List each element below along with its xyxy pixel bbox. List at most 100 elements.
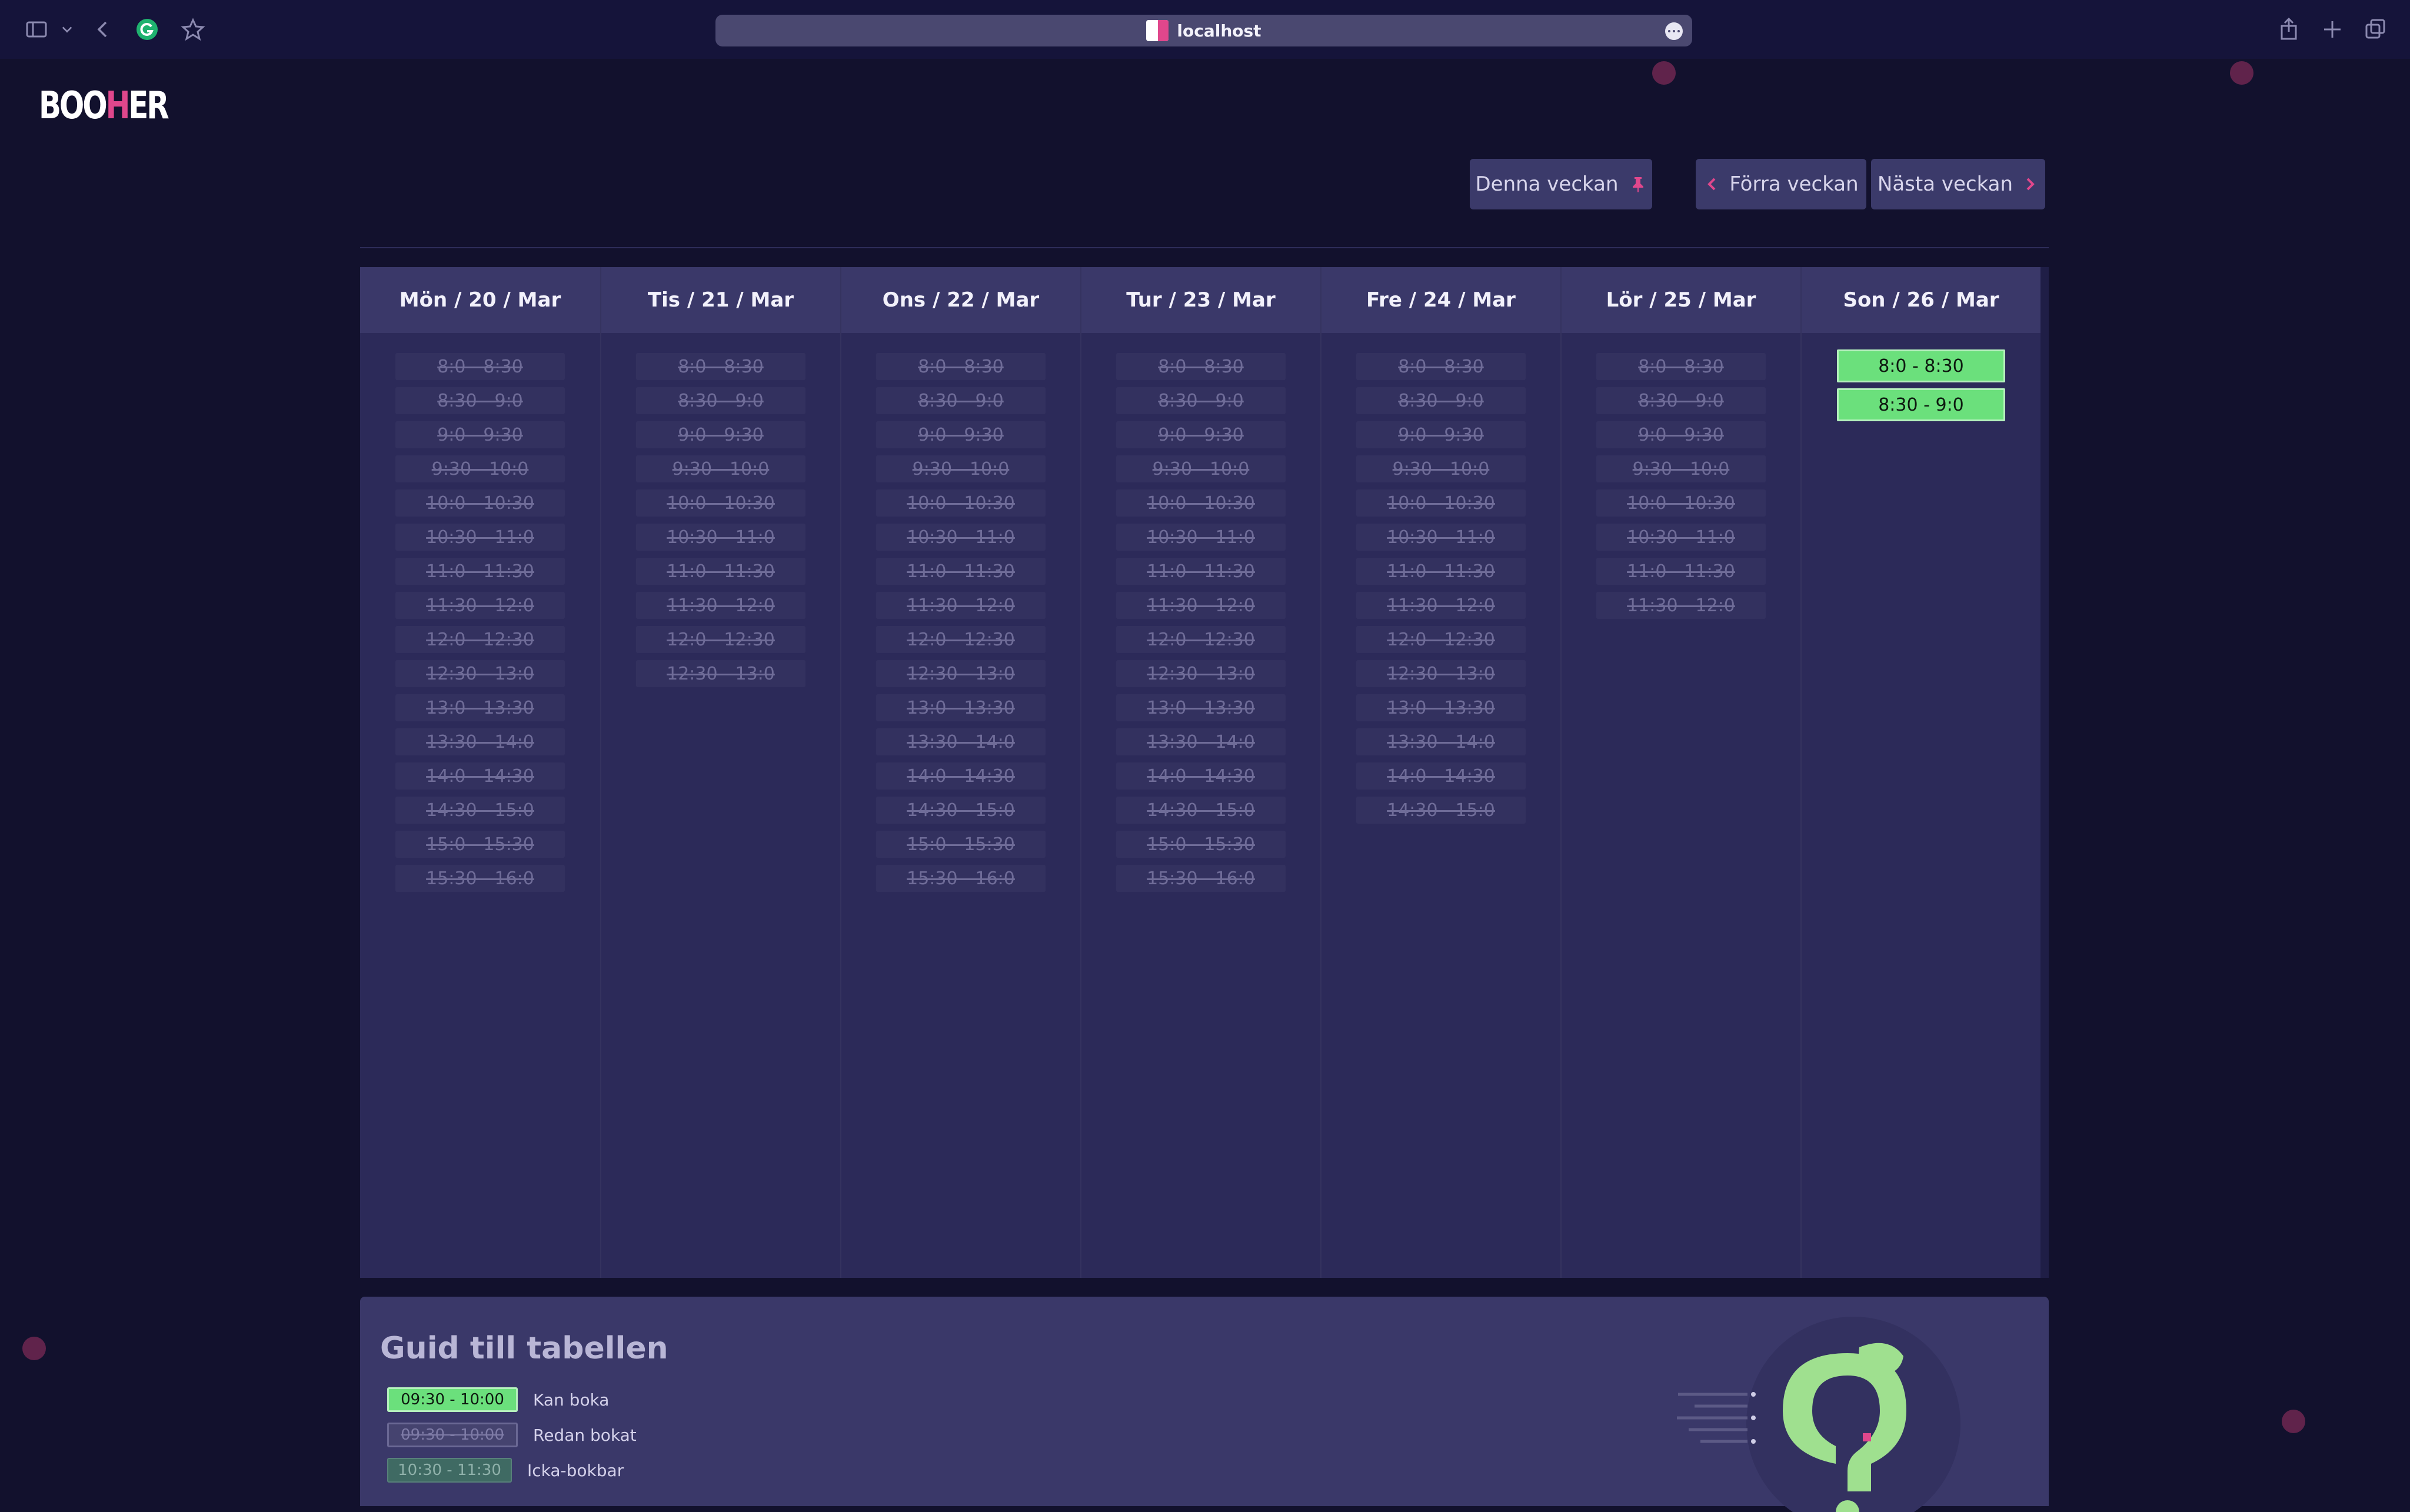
tab-overview-icon[interactable] xyxy=(2363,16,2389,42)
back-arrow-icon[interactable] xyxy=(91,16,116,42)
time-slot-list: 8:0 - 8:30 8:30 - 9:0 9:0 - 9:30 9:30 - 10:… xyxy=(360,353,600,899)
day-column: Tis / 21 / Mar 8:0 - 8:30 8:30 - 9:0 9:0 - … xyxy=(600,267,840,1278)
booked-time-slot: 13:0 - 13:30 xyxy=(1116,694,1286,721)
chevron-down-icon[interactable] xyxy=(55,16,79,42)
booked-time-slot: 13:30 - 14:0 xyxy=(395,728,565,755)
booked-time-slot: 13:30 - 14:0 xyxy=(876,728,1046,755)
chevron-left-icon xyxy=(1707,178,1716,191)
share-icon[interactable] xyxy=(2276,16,2302,42)
divider xyxy=(360,247,2049,248)
new-tab-icon[interactable] xyxy=(2319,16,2345,42)
booked-time-slot: 9:30 - 10:0 xyxy=(636,455,805,482)
booked-time-slot: 13:30 - 14:0 xyxy=(1356,728,1526,755)
this-week-button[interactable]: Denna veckan xyxy=(1470,159,1652,209)
booked-time-slot: 9:30 - 10:0 xyxy=(1116,455,1286,482)
booked-time-slot: 15:30 - 16:0 xyxy=(1116,865,1286,892)
booked-time-slot: 10:30 - 11:0 xyxy=(395,524,565,551)
logo-text-accent: H xyxy=(105,84,131,128)
legend-label: Kan boka xyxy=(533,1390,610,1410)
booked-time-slot: 12:0 - 12:30 xyxy=(636,626,805,653)
previous-week-button[interactable]: Förra veckan xyxy=(1696,159,1866,209)
app-logo[interactable]: BOOHER xyxy=(39,84,169,128)
site-favicon-icon xyxy=(1146,20,1169,41)
booked-time-slot: 14:0 - 14:30 xyxy=(876,762,1046,790)
booked-time-slot: 8:30 - 9:0 xyxy=(395,387,565,414)
next-week-button[interactable]: Nästa veckan xyxy=(1871,159,2045,209)
booked-time-slot: 11:30 - 12:0 xyxy=(636,592,805,619)
available-time-slot[interactable]: 8:0 - 8:30 xyxy=(1837,349,2005,382)
booked-time-slot: 11:0 - 11:30 xyxy=(1596,558,1766,585)
booked-time-slot: 10:30 - 11:0 xyxy=(1596,524,1766,551)
address-bar[interactable]: localhost xyxy=(715,15,1692,46)
booked-time-slot: 8:0 - 8:30 xyxy=(1116,353,1286,380)
booked-time-slot: 14:0 - 14:30 xyxy=(395,762,565,790)
legend-label: Icka-bokbar xyxy=(527,1460,624,1480)
bookmark-star-icon[interactable] xyxy=(180,16,206,42)
booked-time-slot: 10:30 - 11:0 xyxy=(1116,524,1286,551)
booked-time-slot: 14:30 - 15:0 xyxy=(876,797,1046,824)
sidebar-toggle-icon[interactable] xyxy=(24,16,49,42)
booked-time-slot: 8:30 - 9:0 xyxy=(636,387,805,414)
logo-text-part: BOO xyxy=(39,84,108,128)
booked-time-slot: 9:0 - 9:30 xyxy=(1596,421,1766,448)
booked-time-slot: 11:30 - 12:0 xyxy=(395,592,565,619)
booked-time-slot: 10:30 - 11:0 xyxy=(636,524,805,551)
more-options-icon[interactable] xyxy=(1665,22,1683,40)
url-text: localhost xyxy=(1177,21,1261,41)
booked-time-slot: 10:0 - 10:30 xyxy=(1356,489,1526,517)
week-calendar: Mön / 20 / Mar 8:0 - 8:30 8:30 - 9:0 9:0 - … xyxy=(360,267,2049,1278)
booked-time-slot: 12:0 - 12:30 xyxy=(876,626,1046,653)
booked-time-slot: 8:0 - 8:30 xyxy=(395,353,565,380)
time-slot-list: 8:0 - 8:30 8:30 - 9:0 9:0 - 9:30 9:30 - 10:… xyxy=(1562,353,1800,626)
legend-label: Redan bokat xyxy=(533,1425,637,1445)
booked-time-slot: 10:0 - 10:30 xyxy=(395,489,565,517)
day-column: Tur / 23 / Mar 8:0 - 8:30 8:30 - 9:0 9:0 - … xyxy=(1080,267,1320,1278)
time-slot-list: 8:0 - 8:30 8:30 - 9:0 9:0 - 9:30 9:30 - 10:… xyxy=(1321,353,1560,831)
booked-time-slot: 10:0 - 10:30 xyxy=(636,489,805,517)
question-mark-illustration xyxy=(1677,1317,1960,1512)
booked-time-slot: 12:30 - 13:0 xyxy=(1116,660,1286,687)
legend-chip-booked: 09:30 - 10:00 xyxy=(387,1423,518,1447)
booked-time-slot: 11:0 - 11:30 xyxy=(1356,558,1526,585)
booked-time-slot: 9:0 - 9:30 xyxy=(1356,421,1526,448)
booked-time-slot: 12:30 - 13:0 xyxy=(1356,660,1526,687)
booked-time-slot: 9:0 - 9:30 xyxy=(395,421,565,448)
booked-time-slot: 14:30 - 15:0 xyxy=(1356,797,1526,824)
legend-row-can-book: 09:30 - 10:00 Kan boka xyxy=(387,1387,609,1412)
booked-time-slot: 14:30 - 15:0 xyxy=(395,797,565,824)
legend-chip-not-bookable: 10:30 - 11:30 xyxy=(387,1458,512,1483)
booked-time-slot: 12:30 - 13:0 xyxy=(876,660,1046,687)
booked-time-slot: 10:30 - 11:0 xyxy=(1356,524,1526,551)
booked-time-slot: 9:30 - 10:0 xyxy=(395,455,565,482)
decorative-dot xyxy=(2282,1410,2305,1433)
pin-icon xyxy=(1632,177,1643,192)
booked-time-slot: 9:0 - 9:30 xyxy=(1116,421,1286,448)
booked-time-slot: 8:0 - 8:30 xyxy=(636,353,805,380)
chevron-right-icon xyxy=(2026,178,2035,191)
booked-time-slot: 15:0 - 15:30 xyxy=(1116,831,1286,858)
booked-time-slot: 10:0 - 10:30 xyxy=(1596,489,1766,517)
booked-time-slot: 8:30 - 9:0 xyxy=(1596,387,1766,414)
grammarly-icon[interactable] xyxy=(134,16,160,42)
booked-time-slot: 12:30 - 13:0 xyxy=(395,660,565,687)
booked-time-slot: 12:0 - 12:30 xyxy=(1356,626,1526,653)
booked-time-slot: 15:30 - 16:0 xyxy=(395,865,565,892)
booked-time-slot: 11:0 - 11:30 xyxy=(395,558,565,585)
day-column: Son / 26 / Mar 8:0 - 8:30 8:30 - 9:0 xyxy=(1800,267,2040,1278)
booked-time-slot: 12:0 - 12:30 xyxy=(1116,626,1286,653)
booked-time-slot: 14:30 - 15:0 xyxy=(1116,797,1286,824)
booked-time-slot: 10:30 - 11:0 xyxy=(876,524,1046,551)
booked-time-slot: 15:0 - 15:30 xyxy=(876,831,1046,858)
day-header: Mön / 20 / Mar xyxy=(399,288,561,312)
booked-time-slot: 8:0 - 8:30 xyxy=(1596,353,1766,380)
booked-time-slot: 8:30 - 9:0 xyxy=(1356,387,1526,414)
booked-time-slot: 8:0 - 8:30 xyxy=(1356,353,1526,380)
booked-time-slot: 9:0 - 9:30 xyxy=(876,421,1046,448)
logo-text-part: ER xyxy=(128,84,169,128)
decorative-dot xyxy=(1652,61,1676,85)
booked-time-slot: 11:30 - 12:0 xyxy=(1596,592,1766,619)
available-time-slot[interactable]: 8:30 - 9:0 xyxy=(1837,388,2005,421)
booked-time-slot: 11:0 - 11:30 xyxy=(636,558,805,585)
booked-time-slot: 12:30 - 13:0 xyxy=(636,660,805,687)
this-week-label: Denna veckan xyxy=(1475,172,1619,196)
